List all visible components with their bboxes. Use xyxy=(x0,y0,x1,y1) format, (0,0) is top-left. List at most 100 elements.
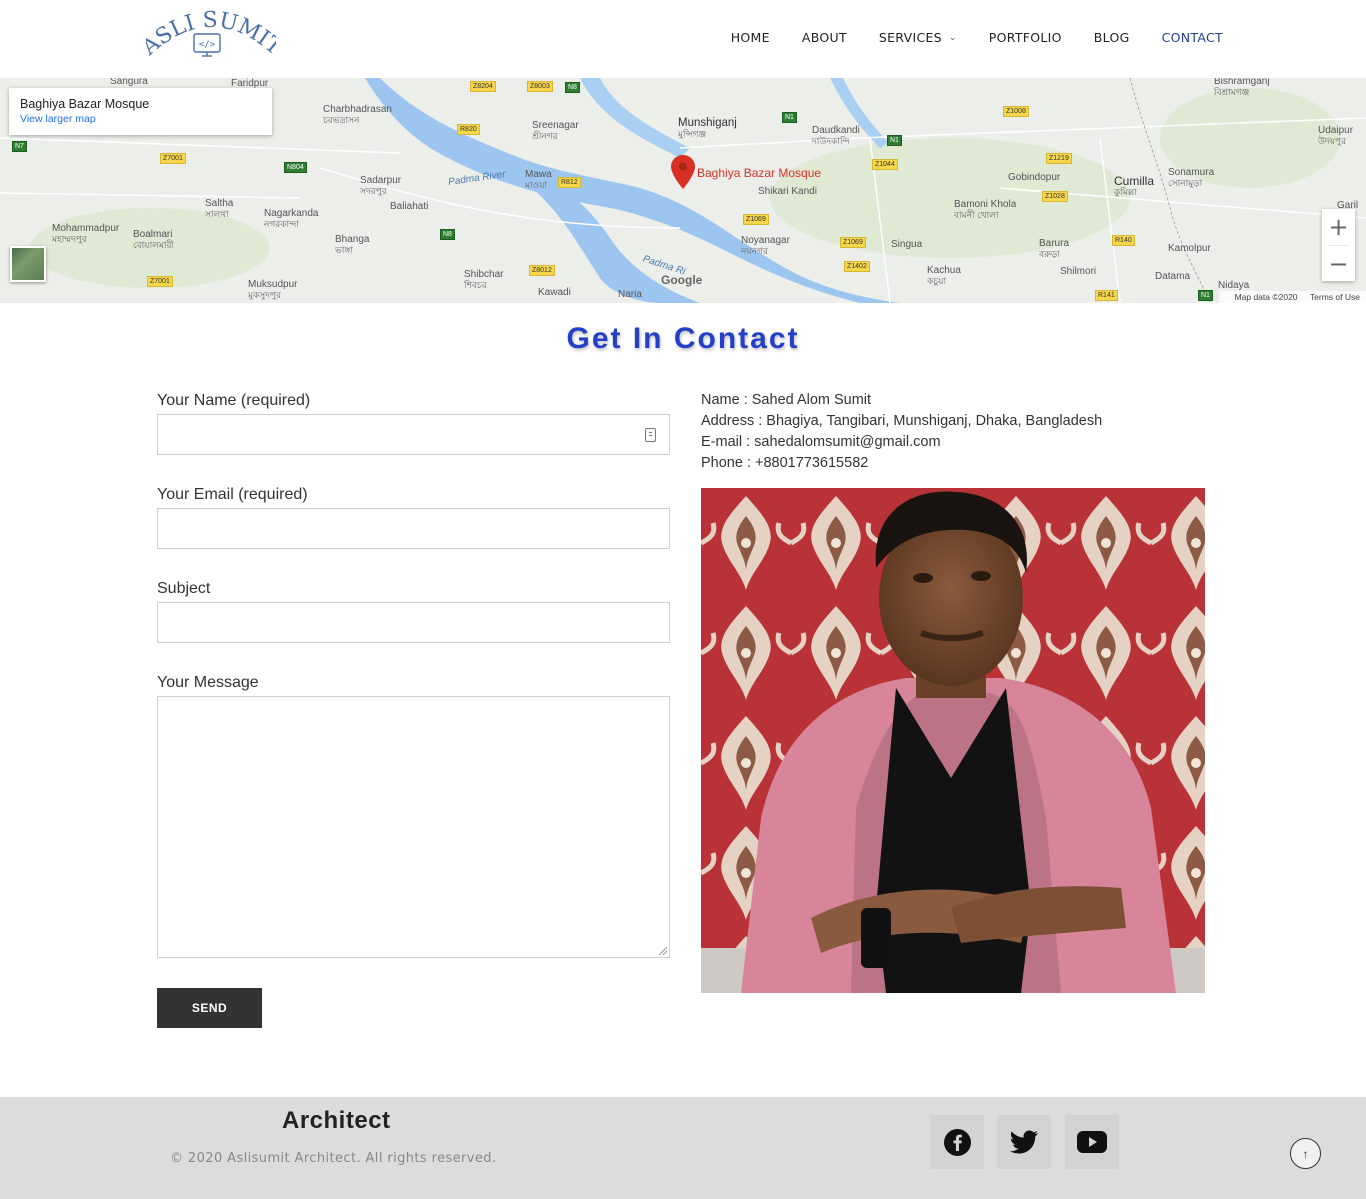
map-place: Bishramganj বিশ্রামগঞ্জ xyxy=(1214,78,1270,97)
map-place: Gobindopur xyxy=(1008,172,1061,183)
map-place: Kawadi xyxy=(538,287,571,298)
road-badge: Z1219 xyxy=(1046,153,1072,164)
nav-contact[interactable]: CONTACT xyxy=(1162,30,1223,45)
subject-field[interactable] xyxy=(157,602,670,643)
map-info-card: Baghiya Bazar Mosque View larger map xyxy=(9,88,272,135)
map-place: Noyanagar নয়নগর xyxy=(741,235,790,256)
map-place: Mawa মাওয়া xyxy=(525,169,552,190)
road-badge: Z1044 xyxy=(872,159,898,170)
site-logo[interactable]: ASLI SUMIT </> xyxy=(136,8,286,64)
terms-link[interactable]: Terms of Use xyxy=(1310,292,1360,302)
nav-about[interactable]: ABOUT xyxy=(802,30,847,45)
youtube-icon[interactable] xyxy=(1065,1115,1119,1169)
footer-brand: Architect xyxy=(282,1107,391,1134)
map-place: Sadarpur সদরপুর xyxy=(360,175,402,196)
road-badge: Z1402 xyxy=(844,261,870,272)
map-place: Bamoni Khola বামনী খোলা xyxy=(954,199,1017,220)
map-place: Kachua কচুয়া xyxy=(927,265,961,286)
main-nav: HOME ABOUT SERVICES ⌄ PORTFOLIO BLOG CONT… xyxy=(699,30,1223,45)
email-field[interactable] xyxy=(157,508,670,549)
road-badge: N1 xyxy=(782,112,797,123)
subject-label: Subject xyxy=(157,580,211,597)
nav-services[interactable]: SERVICES ⌄ xyxy=(879,30,957,45)
map-place: Shibchar শিবচর xyxy=(464,269,504,290)
map-place: Saltha সালথা xyxy=(205,198,234,219)
map-place: Daudkandi দাউদকান্দি xyxy=(812,125,860,146)
road-badge: Z1008 xyxy=(1003,106,1029,117)
zoom-controls: + − xyxy=(1322,209,1355,281)
map-place: Cumilla কুমিল্লা xyxy=(1114,174,1155,197)
road-badge: Z1069 xyxy=(840,237,866,248)
site-footer: Architect © 2020 Aslisumit Architect. Al… xyxy=(0,1097,1366,1199)
send-button[interactable]: SEND xyxy=(157,988,262,1028)
road-badge: Z7001 xyxy=(147,276,173,287)
name-label: Your Name (required) xyxy=(157,392,311,409)
facebook-icon[interactable] xyxy=(930,1115,984,1169)
map-place: Charbhadrasan চরভদ্রাসন xyxy=(323,104,392,125)
map-place: Barura বরুড়া xyxy=(1039,238,1070,259)
map-marker-label: Baghiya Bazar Mosque xyxy=(697,166,822,180)
map-place: Baliahati xyxy=(390,201,429,212)
map-data-text: Map data ©2020 xyxy=(1234,292,1298,302)
map-place: Muksudpur মুকসুদপুর xyxy=(248,279,298,300)
zoom-out-button[interactable]: − xyxy=(1322,246,1355,282)
map-place-title: Baghiya Bazar Mosque xyxy=(20,97,150,111)
map-place: Nidaya xyxy=(1218,280,1250,291)
contact-address: Address : Bhagiya, Tangibari, Munshiganj… xyxy=(701,413,1103,429)
map-place: Singua xyxy=(891,239,923,250)
map-place: Bhanga ভাঙ্গা xyxy=(335,234,370,255)
map-place: Datama xyxy=(1155,271,1191,282)
road-badge: N8 xyxy=(565,82,580,93)
autofill-icon[interactable] xyxy=(645,428,656,442)
road-badge: N1 xyxy=(887,135,902,146)
chevron-down-icon: ⌄ xyxy=(948,32,957,43)
road-badge: Z8003 xyxy=(527,81,553,92)
contact-phone: Phone : +8801773615582 xyxy=(701,455,869,471)
road-badge: Z8204 xyxy=(470,81,496,92)
contact-name: Name : Sahed Alom Sumit xyxy=(701,392,872,408)
contact-email: E-mail : sahedalomsumit@gmail.com xyxy=(701,434,941,450)
road-badge: Z1069 xyxy=(743,214,769,225)
contact-info: Name : Sahed Alom Sumit Address : Bhagiy… xyxy=(701,390,1102,474)
road-badge: Z1028 xyxy=(1042,191,1068,202)
satellite-toggle[interactable] xyxy=(10,246,46,282)
road-badge: R820 xyxy=(457,124,480,135)
map-place: Boalmari বোয়ালমারী xyxy=(133,229,175,250)
nav-blog[interactable]: BLOG xyxy=(1094,30,1130,45)
view-larger-map-link[interactable]: View larger map xyxy=(20,113,261,125)
embedded-map[interactable]: Baghiya Bazar Mosque View larger map San… xyxy=(0,78,1366,303)
road-badge: N7 xyxy=(12,141,27,152)
copyright-text: © 2020 Aslisumit Architect. All rights r… xyxy=(170,1151,497,1166)
profile-photo xyxy=(701,488,1205,993)
map-place: Udaipur উদয়পুর xyxy=(1318,125,1354,146)
map-attribution: Map data ©2020 Terms of Use xyxy=(1218,291,1366,303)
page-title: Get In Contact xyxy=(566,322,800,355)
map-place: Nagarkanda নগরকান্দা xyxy=(264,208,319,229)
road-badge: N804 xyxy=(284,162,307,173)
road-badge: Z7001 xyxy=(160,153,186,164)
zoom-in-button[interactable]: + xyxy=(1322,209,1355,245)
svg-text:</>: </> xyxy=(199,40,216,50)
map-place: Kamolpur xyxy=(1168,243,1211,254)
map-place: Faridpur xyxy=(231,78,269,89)
map-marker-icon[interactable] xyxy=(671,155,695,189)
message-field[interactable] xyxy=(157,696,670,958)
road-badge: Z8012 xyxy=(529,265,555,276)
map-place: Shilmori xyxy=(1060,266,1097,277)
nav-home[interactable]: HOME xyxy=(731,30,770,45)
map-place: Sangura xyxy=(110,78,148,87)
map-place: Mohammadpur মহাম্মদপুর xyxy=(52,223,120,244)
nav-services-label: SERVICES xyxy=(878,30,942,45)
road-badge: N8 xyxy=(440,229,455,240)
name-field[interactable] xyxy=(157,414,670,455)
map-place: Sreenagar শ্রীনগর xyxy=(532,120,579,141)
map-place: Naria xyxy=(618,289,642,300)
map-place: Shikari Kandi xyxy=(758,186,817,197)
road-badge: R141 xyxy=(1095,290,1118,301)
contact-form: Your Name (required) Your Email (require… xyxy=(157,392,670,1028)
arrow-up-icon: ↑ xyxy=(1302,1146,1309,1161)
twitter-icon[interactable] xyxy=(997,1115,1051,1169)
nav-portfolio[interactable]: PORTFOLIO xyxy=(989,30,1062,45)
back-to-top-button[interactable]: ↑ xyxy=(1290,1138,1321,1169)
google-logo: Google xyxy=(661,273,703,287)
